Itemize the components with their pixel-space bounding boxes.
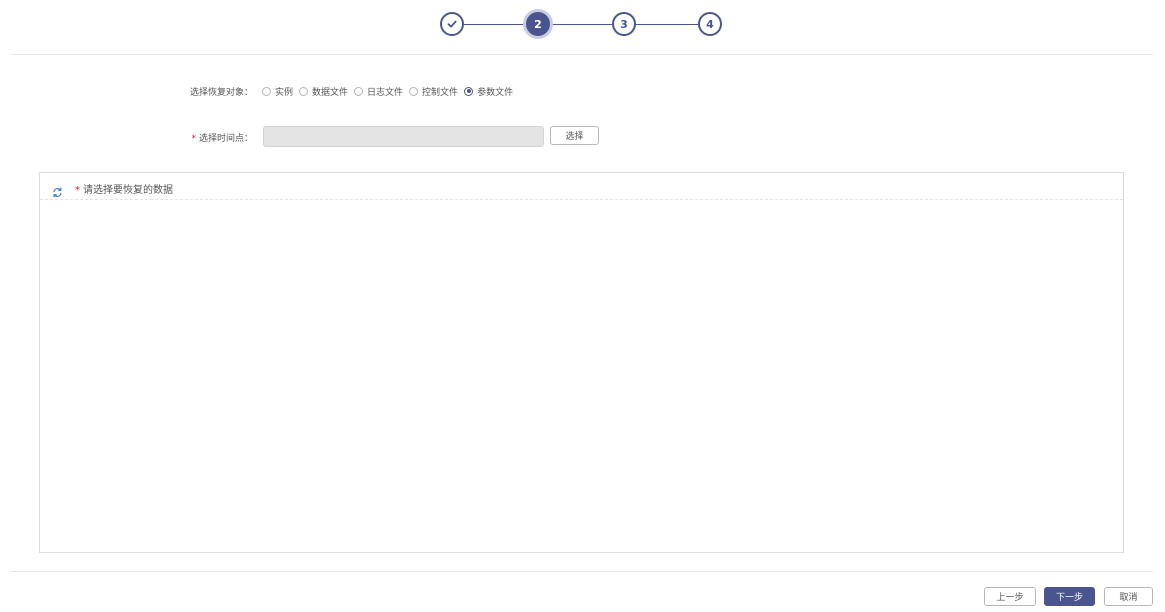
- required-mark: *: [75, 185, 80, 196]
- radio-label: 数据文件: [312, 87, 349, 98]
- radio-instance[interactable]: 实例: [262, 85, 293, 98]
- time-point-label: * 选择时间点：: [191, 131, 253, 144]
- select-time-button[interactable]: 选择: [550, 126, 599, 145]
- cancel-button[interactable]: 取消: [1104, 587, 1153, 606]
- radio-button[interactable]: [354, 86, 364, 96]
- step-connector: [464, 24, 526, 25]
- header-divider: [11, 54, 1153, 55]
- step-connector: [636, 24, 698, 25]
- radio-parameter-file[interactable]: 参数文件: [464, 85, 513, 98]
- step-4: 4: [698, 12, 722, 36]
- restore-target-radio-group: 实例 数据文件 日志文件 控制文件 参数文件: [262, 84, 519, 98]
- prev-step-button[interactable]: 上一步: [984, 587, 1036, 606]
- panel-title: * 请选择要恢复的数据: [75, 181, 173, 196]
- footer-divider: [11, 571, 1153, 572]
- panel-header: * 请选择要恢复的数据: [40, 173, 1123, 200]
- step-2-active: 2: [526, 12, 550, 36]
- time-point-label-text: 选择时间点：: [198, 134, 253, 144]
- panel-title-text: 请选择要恢复的数据: [83, 185, 173, 196]
- step-number: 4: [706, 17, 714, 31]
- radio-button[interactable]: [262, 86, 271, 96]
- radio-control-file[interactable]: 控制文件: [409, 85, 458, 98]
- radio-label: 日志文件: [367, 87, 404, 98]
- step-1-done: [440, 12, 464, 36]
- restore-data-panel: * 请选择要恢复的数据: [39, 172, 1124, 553]
- checkmark-icon: [447, 20, 457, 28]
- radio-log-file[interactable]: 日志文件: [354, 85, 403, 98]
- step-number: 2: [534, 17, 542, 31]
- progress-stepper: 2 3 4: [0, 0, 1165, 50]
- radio-button[interactable]: [409, 86, 419, 96]
- restore-target-label: 选择恢复对象：: [189, 88, 253, 98]
- radio-label: 参数文件: [477, 87, 514, 98]
- step-number: 3: [620, 17, 628, 31]
- step-connector: [550, 24, 612, 25]
- radio-label: 实例: [275, 87, 294, 98]
- required-mark: *: [191, 134, 196, 144]
- step-3: 3: [612, 12, 636, 36]
- radio-button-checked[interactable]: [464, 86, 474, 96]
- radio-data-file[interactable]: 数据文件: [299, 85, 348, 98]
- time-point-input[interactable]: [263, 126, 544, 147]
- radio-label: 控制文件: [422, 87, 459, 98]
- refresh-icon[interactable]: [52, 183, 63, 202]
- next-step-button[interactable]: 下一步: [1044, 587, 1095, 606]
- radio-button[interactable]: [299, 86, 309, 96]
